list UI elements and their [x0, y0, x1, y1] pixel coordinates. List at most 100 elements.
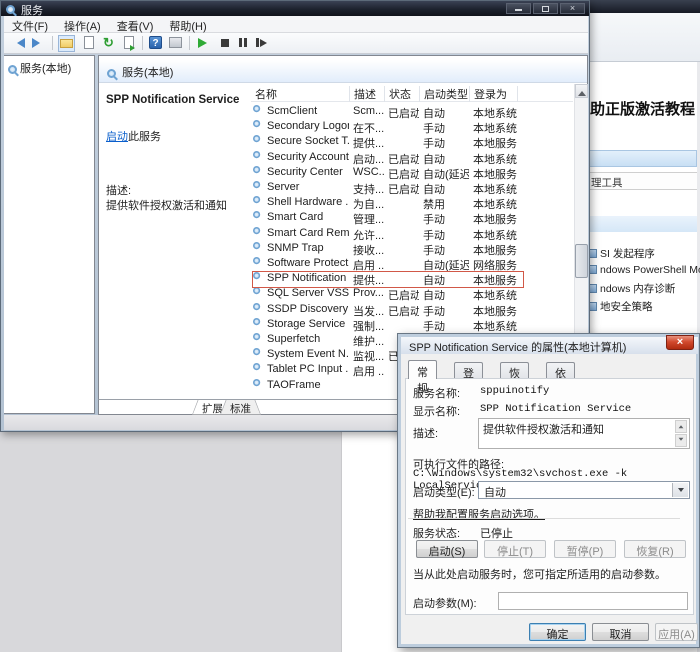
service-row[interactable]: Server支持...已启动自动本地系统	[251, 180, 573, 195]
description-textarea[interactable]: 提供软件授权激活和通知	[478, 418, 690, 449]
service-icon	[253, 287, 260, 294]
resume-button[interactable]: 恢复(R)	[624, 540, 686, 558]
pause-button[interactable]: 暂停(P)	[554, 540, 616, 558]
console-window-icon[interactable]	[167, 35, 184, 52]
column-header-2[interactable]: 状态	[385, 86, 420, 102]
service-row[interactable]: SSDP Discovery当发...已启动手动本地服务	[251, 302, 573, 317]
column-header-4[interactable]: 登录为	[470, 86, 518, 102]
export-list-icon[interactable]	[80, 35, 97, 52]
services-icon	[8, 65, 17, 74]
services-title-bar: 服务 ×	[1, 1, 589, 16]
column-header-1[interactable]: 描述	[350, 86, 385, 102]
minimize-button[interactable]	[506, 3, 531, 14]
word-canvas	[0, 432, 345, 652]
task-panel: SPP Notification Service 启动此服务 描述: 提供软件授…	[101, 86, 249, 402]
service-icon	[253, 333, 260, 340]
display-name-value: SPP Notification Service	[480, 403, 631, 415]
dialog-title-bar: SPP Notification Service 的属性(本地计算机)	[401, 337, 698, 354]
tree-item-services-local[interactable]: 服务(本地)	[4, 56, 94, 76]
close-button[interactable]: ×	[560, 3, 585, 14]
service-icon	[253, 151, 260, 158]
service-icon	[253, 166, 260, 173]
help-icon[interactable]: ?	[147, 35, 164, 52]
stop-service-icon[interactable]	[216, 35, 233, 52]
refresh-icon[interactable]: ↻	[100, 35, 117, 52]
start-button[interactable]: 启动(S)	[416, 540, 478, 558]
service-row[interactable]: Software Protect...启用 ...自动(延迟...网络服务	[251, 256, 573, 271]
cancel-button[interactable]: 取消	[592, 623, 649, 641]
console-tree-panel: 服务(本地)	[4, 55, 95, 414]
admin-tool-item: ndows PowerShell Modu	[588, 264, 700, 281]
service-row[interactable]: SNMP Trap接收...手动本地服务	[251, 241, 573, 256]
textarea-scroll-up[interactable]	[675, 420, 687, 433]
service-row[interactable]: Secure Socket T...提供...手动本地服务	[251, 134, 573, 149]
service-row[interactable]: Smart Card Rem...允许...手动本地系统	[251, 226, 573, 241]
chevron-down-icon[interactable]	[672, 483, 688, 497]
startup-help-link[interactable]: 帮助我配置服务启动选项。	[413, 506, 545, 522]
textarea-scrollbar[interactable]	[675, 420, 688, 447]
service-icon	[253, 135, 260, 142]
startup-type-label: 启动类型(E):	[413, 484, 475, 500]
service-icon	[253, 348, 260, 355]
services-app-icon	[6, 5, 15, 14]
service-row[interactable]: Security Account...启动...已启动自动本地系统	[251, 150, 573, 165]
stop-button[interactable]: 停止(T)	[484, 540, 546, 558]
pause-service-icon[interactable]	[234, 35, 251, 52]
description-label: 描述:	[106, 182, 131, 198]
service-row[interactable]: Secondary Logon在不...手动本地系统	[251, 119, 573, 134]
dialog-tab-依存关系[interactable]: 依存关系	[546, 362, 575, 379]
properties-dialog: SPP Notification Service 的属性(本地计算机) × 常规…	[397, 333, 700, 648]
service-icon	[253, 227, 260, 234]
menu-item-1[interactable]: 操作(A)	[56, 16, 109, 33]
start-service-icon[interactable]	[196, 35, 213, 52]
service-status-value: 已停止	[480, 525, 513, 541]
apply-button[interactable]: 应用(A)	[655, 623, 698, 641]
word-ribbon: bC AA 新样式 文 文字工	[585, 13, 700, 62]
startup-type-select[interactable]: 自动	[478, 481, 690, 499]
dialog-title: SPP Notification Service 的属性(本地计算机)	[409, 342, 626, 354]
display-name-label: 显示名称:	[413, 403, 460, 419]
back-icon[interactable]	[10, 35, 27, 52]
service-icon	[253, 196, 260, 203]
service-row[interactable]: ScmClientScm...已启动自动本地系统	[251, 104, 573, 119]
menu-item-3[interactable]: 帮助(H)	[161, 16, 214, 33]
service-row[interactable]: Smart Card管理...手动本地服务	[251, 210, 573, 225]
word-title-bar	[585, 0, 700, 13]
column-header-0[interactable]: 名称	[251, 86, 350, 102]
description-text: 提供软件授权激活和通知	[106, 197, 241, 213]
service-row[interactable]: Security CenterWSC...已启动自动(延迟...本地服务	[251, 165, 573, 180]
menu-bar: 文件(F)操作(A)查看(V)帮助(H)	[4, 16, 588, 33]
forward-icon[interactable]	[30, 35, 47, 52]
service-row[interactable]: Storage Service强制...手动本地系统	[251, 317, 573, 332]
restart-service-icon[interactable]	[254, 35, 271, 52]
params-input[interactable]	[498, 592, 688, 610]
menu-item-0[interactable]: 文件(F)	[4, 16, 56, 33]
service-icon	[253, 105, 260, 112]
column-header-3[interactable]: 启动类型	[420, 86, 470, 102]
service-row[interactable]: Shell Hardware ...为自...禁用本地系统	[251, 195, 573, 210]
export-icon[interactable]	[120, 35, 137, 52]
maximize-button[interactable]	[533, 3, 558, 14]
dialog-tab-常规[interactable]: 常规	[408, 360, 437, 379]
textarea-scroll-down[interactable]	[675, 434, 687, 447]
scrollbar-thumb[interactable]	[575, 244, 588, 278]
service-icon	[253, 379, 260, 386]
admin-tool-item: 地安全策略	[588, 299, 700, 316]
console-tree-icon[interactable]	[58, 35, 75, 52]
screen: bC AA 新样式 文 文字工 助正版激活教程 理工具 SI 发起程序ndows…	[0, 0, 700, 652]
dialog-description-label: 描述:	[413, 425, 438, 441]
scroll-up-button[interactable]	[575, 84, 588, 98]
service-icon	[253, 363, 260, 370]
dialog-tab-恢复[interactable]: 恢复	[500, 362, 529, 379]
doc-selected-row	[588, 150, 697, 167]
start-service-line: 启动此服务	[106, 128, 161, 144]
service-row[interactable]: SQL Server VSS ...Prov...已启动自动本地系统	[251, 286, 573, 301]
view-tab-标准[interactable]: 标准	[218, 400, 263, 415]
start-service-link[interactable]: 启动	[106, 131, 128, 143]
dialog-close-button[interactable]: ×	[666, 335, 694, 350]
pane-header: 服务(本地)	[99, 60, 587, 83]
toolbar: ↻ ?	[4, 33, 588, 54]
menu-item-2[interactable]: 查看(V)	[109, 16, 162, 33]
ok-button[interactable]: 确定	[529, 623, 586, 641]
dialog-tab-登录[interactable]: 登录	[454, 362, 483, 379]
